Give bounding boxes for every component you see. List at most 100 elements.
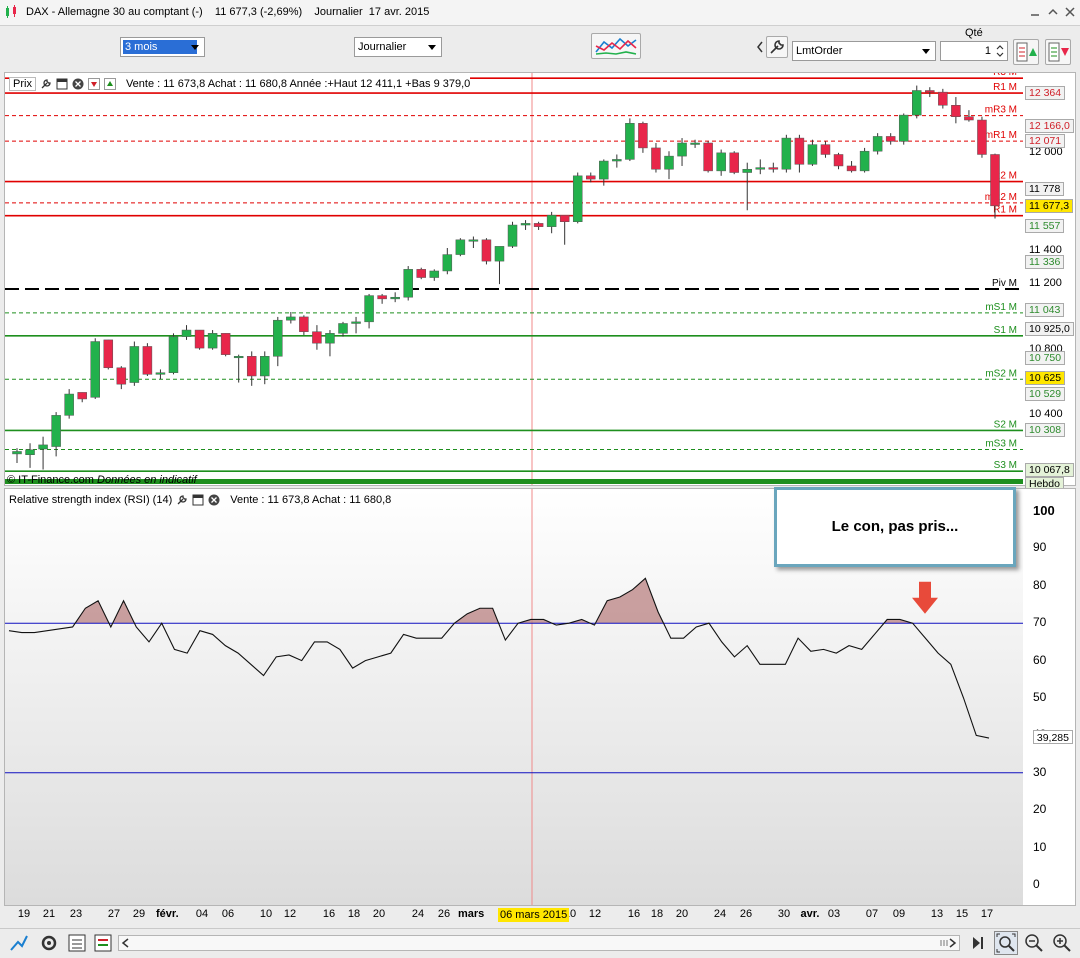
date-tick-label: mars xyxy=(458,908,485,920)
window-icon[interactable] xyxy=(56,78,68,90)
zoom-out-icon[interactable] xyxy=(1024,933,1044,953)
price-level-label: 10 625 xyxy=(1025,371,1066,386)
order-type-select[interactable]: LmtOrder xyxy=(792,41,936,61)
date-tick-label: févr. xyxy=(156,908,179,920)
pivot-label: S1 M xyxy=(994,325,1017,336)
close-circle-icon[interactable] xyxy=(208,494,220,506)
bullish-candle xyxy=(129,346,140,383)
bullish-candle xyxy=(716,152,726,172)
drawing-tools-icon[interactable] xyxy=(8,932,30,954)
bearish-candle xyxy=(651,147,661,170)
data-credit-source: © IT-Finance.com xyxy=(7,474,94,486)
date-axis[interactable]: 19 21 23 27 29 févr. 04 06 10 12 16 18 20 24 26 mars 10 1… xyxy=(4,906,1022,926)
chart-scrollbar[interactable] xyxy=(118,935,960,951)
wrench-icon xyxy=(770,40,784,54)
bullish-candle xyxy=(155,372,166,375)
date-tick-label: avr. xyxy=(800,908,820,920)
bullish-candle xyxy=(755,167,766,170)
sell-order-button[interactable] xyxy=(1045,39,1071,65)
wrench-icon[interactable] xyxy=(40,78,52,90)
bearish-candle xyxy=(559,214,570,223)
window-icon[interactable] xyxy=(192,494,204,506)
bullish-candle xyxy=(38,444,48,450)
rsi-tick-label: 10 xyxy=(1033,839,1047,854)
bullish-candle xyxy=(455,239,466,255)
price-panel-name: Prix xyxy=(9,77,36,91)
zoom-in-icon[interactable] xyxy=(1052,933,1072,953)
indicator-list-icon[interactable] xyxy=(92,932,114,954)
close-icon[interactable] xyxy=(1063,5,1077,19)
bullish-candle xyxy=(807,144,818,165)
settings-icon[interactable] xyxy=(38,932,60,954)
date-tick-label: 21 xyxy=(42,908,56,920)
pivot-label: S2 M xyxy=(994,419,1017,430)
date-tick-label: 26 xyxy=(437,908,451,920)
price-tick-label: 11 200 xyxy=(1029,277,1062,290)
bullish-candle xyxy=(872,136,883,152)
bearish-candle xyxy=(533,223,544,227)
scroll-right-icon[interactable] xyxy=(947,938,957,948)
bearish-candle xyxy=(820,144,831,155)
date-tick-label: 15 xyxy=(955,908,969,920)
template-icon[interactable] xyxy=(66,932,88,954)
rsi-current-label: 39,285 xyxy=(1032,730,1073,744)
rsi-tick-label: 30 xyxy=(1033,764,1047,779)
bullish-candle xyxy=(429,270,440,278)
bearish-candle xyxy=(586,175,596,180)
date-tick-label: 20 xyxy=(675,908,689,920)
data-credit: © IT-Finance.com Données en indicatif xyxy=(7,474,197,486)
close-circle-icon[interactable] xyxy=(72,78,84,90)
maximize-icon[interactable] xyxy=(1046,5,1060,19)
chevron-down-icon xyxy=(922,49,930,54)
toolbar: 3 mois Journalier LmtOrder Qté 1 xyxy=(0,26,1080,70)
price-level-label: 10 750 xyxy=(1025,350,1066,365)
price-level-label: 10 067,8 xyxy=(1025,462,1074,477)
bullish-candle xyxy=(781,137,792,170)
order-settings-button[interactable] xyxy=(766,36,788,58)
buy-order-button[interactable] xyxy=(1013,39,1039,65)
date-tick-label: 13 xyxy=(930,908,944,920)
wrench-icon[interactable] xyxy=(176,494,188,506)
pivot-label: S3 M xyxy=(994,460,1017,471)
price-chart[interactable]: R3 MR1 MmR3 MmR1 MR2 MmR2 MR1 MPiv MmS1 … xyxy=(5,73,1023,485)
minimize-icon[interactable] xyxy=(1028,5,1042,19)
bullish-candle xyxy=(599,160,609,180)
pivot-label: R1 M xyxy=(993,205,1017,216)
pivot-label: mS1 M xyxy=(985,302,1017,313)
rsi-axis[interactable]: 0102030405060708090100 39,285 xyxy=(1023,489,1075,905)
date-tick-label: 29 xyxy=(132,908,146,920)
stepper-arrows-icon[interactable] xyxy=(996,44,1004,58)
interval-value: Journalier xyxy=(358,41,407,53)
panel-collapse-icon[interactable] xyxy=(756,40,764,54)
rsi-tick-label: 50 xyxy=(1033,690,1047,704)
period-select[interactable]: 3 mois xyxy=(120,37,205,57)
quantity-label: Qté xyxy=(965,27,983,39)
date-tick-label: 18 xyxy=(347,908,361,920)
bullish-candle xyxy=(898,114,909,142)
window-title: DAX - Allemagne 30 au comptant (-) 11 67… xyxy=(26,6,430,18)
move-down-icon[interactable] xyxy=(87,78,100,90)
move-up-icon[interactable] xyxy=(103,78,116,90)
price-chart-panel: R3 MR1 MmR3 MmR1 MR2 MmR2 MR1 MPiv MmS1 … xyxy=(4,72,1076,491)
bullish-candle xyxy=(338,323,348,334)
quantity-stepper[interactable]: 1 xyxy=(940,41,1008,61)
bearish-candle xyxy=(951,105,961,117)
chevron-down-icon xyxy=(191,45,199,50)
interval-select[interactable]: Journalier xyxy=(354,37,442,57)
scroll-left-icon[interactable] xyxy=(121,938,131,948)
chart-indicators-button[interactable] xyxy=(591,33,641,59)
zoom-fit-button[interactable] xyxy=(994,931,1018,955)
title-bar: DAX - Allemagne 30 au comptant (-) 11 67… xyxy=(0,0,1080,26)
bearish-candle xyxy=(990,154,1000,207)
bullish-candle xyxy=(260,356,270,377)
price-axis[interactable]: 12 000 11 400 11 200 10 800 10 400 12 364 12 … xyxy=(1023,73,1075,491)
date-tick-label: 23 xyxy=(69,908,83,920)
bullish-candle xyxy=(507,224,518,247)
bullish-candle xyxy=(494,246,505,262)
bearish-candle xyxy=(103,339,114,369)
price-level-label: 12 166,0 xyxy=(1025,118,1074,133)
scroll-to-end-icon[interactable] xyxy=(968,933,988,953)
bullish-candle xyxy=(286,316,296,321)
order-type-value: LmtOrder xyxy=(796,45,843,57)
bearish-candle xyxy=(194,329,205,349)
